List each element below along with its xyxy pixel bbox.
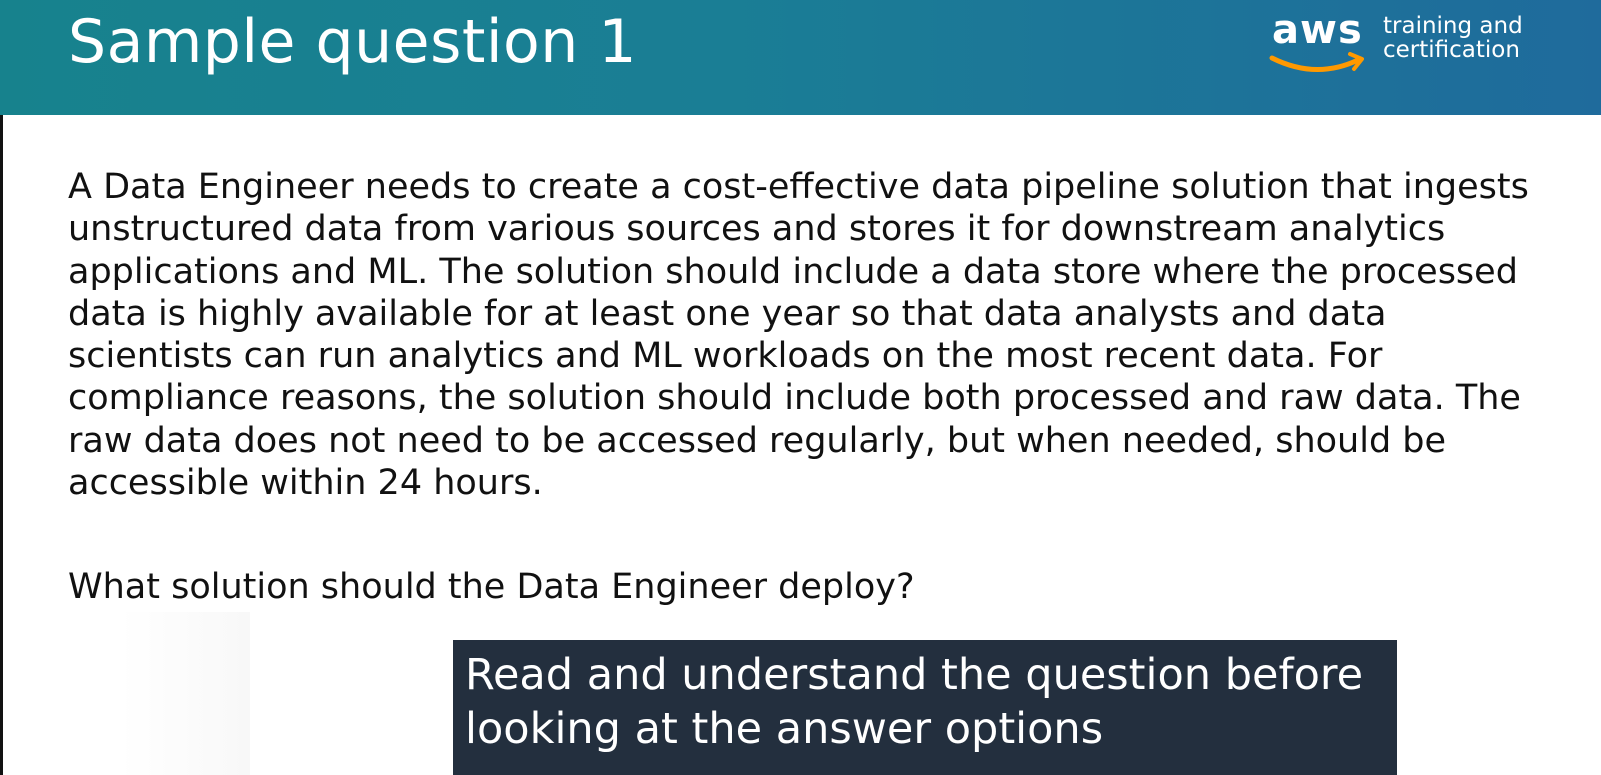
logo-tagline-line1: training and [1383, 13, 1523, 39]
video-caption: Read and understand the question before … [453, 640, 1397, 775]
background-shadow [120, 612, 250, 775]
caption-line-1: Read and understand the question before [465, 650, 1364, 700]
aws-training-logo: aws training and certification [1268, 4, 1528, 84]
logo-tagline: training and certification [1383, 14, 1528, 62]
logo-tagline-line2: certification [1383, 37, 1520, 63]
aws-smile-icon [1269, 52, 1364, 72]
slide-header: Sample question 1 aws training and certi… [0, 0, 1601, 115]
caption-line-2: looking at the answer options [465, 704, 1104, 754]
question-body: A Data Engineer needs to create a cost-e… [68, 167, 1529, 504]
slide: Sample question 1 aws training and certi… [0, 0, 1601, 775]
slide-left-border [0, 115, 3, 775]
question-prompt: What solution should the Data Engineer d… [68, 567, 915, 607]
slide-title: Sample question 1 [68, 7, 638, 77]
aws-logo-wordmark: aws [1272, 7, 1363, 53]
